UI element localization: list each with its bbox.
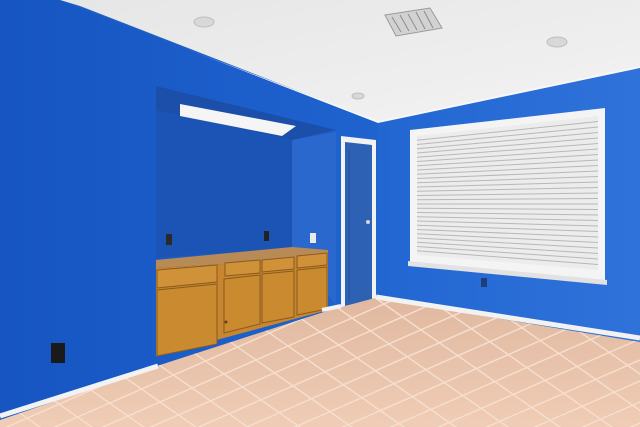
- cabinet-door-2: [223, 274, 261, 334]
- outlet-mid: [264, 231, 269, 241]
- outlet-window: [481, 278, 487, 287]
- cabinet-door-4: [296, 266, 328, 316]
- drawer-4: [296, 252, 328, 269]
- outlet-right: [310, 233, 316, 243]
- cabinet-door-1: [156, 283, 218, 357]
- drawer-2: [224, 259, 261, 277]
- room-photo: [0, 0, 640, 427]
- outlet-left: [166, 234, 172, 245]
- recessed-light-2: [546, 36, 568, 48]
- cabinet-door-3: [261, 270, 295, 324]
- outlet-floor-left: [51, 343, 65, 363]
- door-knob: [366, 220, 370, 224]
- drawer-3: [261, 256, 295, 273]
- recessed-light-1: [193, 16, 215, 28]
- recessed-light-3: [351, 92, 365, 100]
